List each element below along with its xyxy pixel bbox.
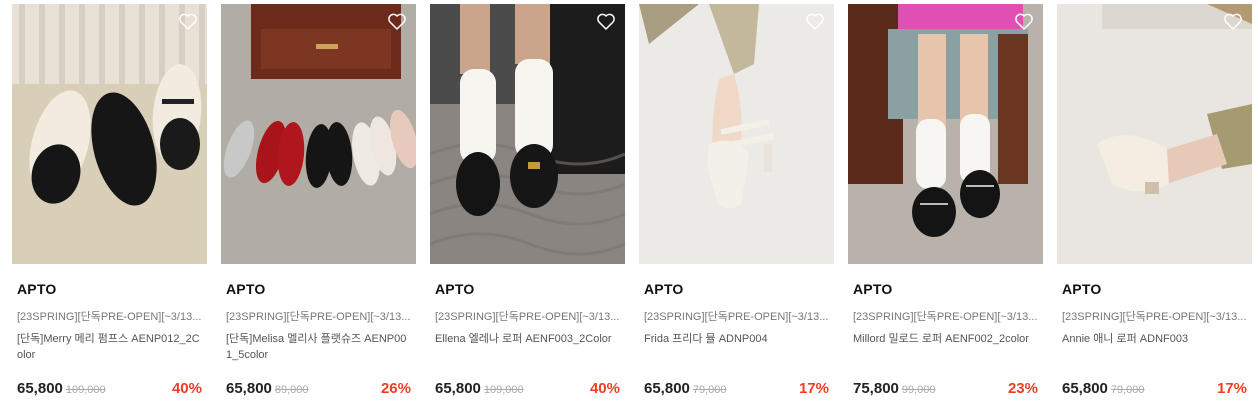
product-image[interactable] [639, 4, 834, 264]
brand-name[interactable]: APTO [644, 281, 829, 299]
discount-rate: 40% [589, 380, 620, 397]
promo-tag[interactable]: [23SPRING][단독PRE-OPEN][~3/13... [644, 308, 829, 323]
original-price: 109,000 [65, 384, 106, 396]
wishlist-heart-icon[interactable] [387, 12, 407, 31]
sale-price: 65,800 [435, 380, 481, 397]
product-image[interactable] [848, 4, 1043, 264]
discount-rate: 17% [798, 380, 829, 397]
promo-tag[interactable]: [23SPRING][단독PRE-OPEN][~3/13... [226, 308, 411, 323]
product-title[interactable]: Millord 밀로드 로퍼 AENF002_2color [853, 331, 1038, 363]
original-price: 79,000 [692, 384, 727, 396]
price-row: 65,800 109,000 40% [17, 380, 202, 400]
product-grid: APTO [23SPRING][단독PRE-OPEN][~3/13... [단독… [12, 4, 1252, 404]
brand-name[interactable]: APTO [17, 281, 202, 299]
discount-rate: 23% [1007, 380, 1038, 397]
sale-price: 65,800 [644, 380, 690, 397]
wishlist-heart-icon[interactable] [178, 12, 198, 31]
price-row: 65,800 89,000 26% [226, 380, 411, 400]
product-card[interactable]: APTO [23SPRING][단독PRE-OPEN][~3/13... [단독… [221, 4, 416, 404]
brand-name[interactable]: APTO [1062, 281, 1247, 299]
price-row: 65,800 79,000 17% [1062, 380, 1247, 400]
product-title[interactable]: Annie 애니 로퍼 ADNF003 [1062, 331, 1247, 363]
original-price: 79,000 [1110, 384, 1145, 396]
product-title[interactable]: Frida 프리다 뮬 ADNP004 [644, 331, 829, 363]
sale-price: 75,800 [853, 380, 899, 397]
price-row: 75,800 99,000 23% [853, 380, 1038, 400]
product-card[interactable]: APTO [23SPRING][단독PRE-OPEN][~3/13... Fri… [639, 4, 834, 404]
wishlist-heart-icon[interactable] [1223, 12, 1243, 31]
strap-loafers-photo [848, 4, 1043, 264]
product-card[interactable]: APTO [23SPRING][단독PRE-OPEN][~3/13... Ann… [1057, 4, 1252, 404]
wishlist-heart-icon[interactable] [596, 12, 616, 31]
brand-name[interactable]: APTO [435, 281, 620, 299]
discount-rate: 40% [171, 380, 202, 397]
product-image[interactable] [1057, 4, 1252, 264]
wishlist-heart-icon[interactable] [1014, 12, 1034, 31]
original-price: 89,000 [274, 384, 309, 396]
mary-jane-pumps-photo [12, 4, 207, 264]
product-image[interactable] [430, 4, 625, 264]
discount-rate: 26% [380, 380, 411, 397]
cream-loafer-photo [1057, 4, 1252, 264]
wishlist-heart-icon[interactable] [805, 12, 825, 31]
product-card[interactable]: APTO [23SPRING][단독PRE-OPEN][~3/13... Mil… [848, 4, 1043, 404]
price-row: 65,800 79,000 17% [644, 380, 829, 400]
product-title[interactable]: [단독]Melisa 멜리사 플랫슈즈 AENP001_5color [226, 331, 411, 363]
sale-price: 65,800 [17, 380, 63, 397]
brand-name[interactable]: APTO [853, 281, 1038, 299]
sale-price: 65,800 [226, 380, 272, 397]
product-image[interactable] [12, 4, 207, 264]
promo-tag[interactable]: [23SPRING][단독PRE-OPEN][~3/13... [435, 308, 620, 323]
product-card[interactable]: APTO [23SPRING][단독PRE-OPEN][~3/13... [단독… [12, 4, 207, 404]
product-title[interactable]: [단독]Merry 메리 펌프스 AENP012_2Color [17, 331, 202, 363]
original-price: 99,000 [901, 384, 936, 396]
ivory-mule-photo [639, 4, 834, 264]
price-row: 65,800 109,000 40% [435, 380, 620, 400]
promo-tag[interactable]: [23SPRING][단독PRE-OPEN][~3/13... [853, 308, 1038, 323]
promo-tag[interactable]: [23SPRING][단독PRE-OPEN][~3/13... [17, 308, 202, 323]
sale-price: 65,800 [1062, 380, 1108, 397]
promo-tag[interactable]: [23SPRING][단독PRE-OPEN][~3/13... [1062, 308, 1247, 323]
original-price: 109,000 [483, 384, 524, 396]
brand-name[interactable]: APTO [226, 281, 411, 299]
product-image[interactable] [221, 4, 416, 264]
discount-rate: 17% [1216, 380, 1247, 397]
product-title[interactable]: Ellena 엘레나 로퍼 AENF003_2Color [435, 331, 620, 363]
black-loafers-photo [430, 4, 625, 264]
ballet-flats-photo [221, 4, 416, 264]
product-card[interactable]: APTO [23SPRING][단독PRE-OPEN][~3/13... Ell… [430, 4, 625, 404]
